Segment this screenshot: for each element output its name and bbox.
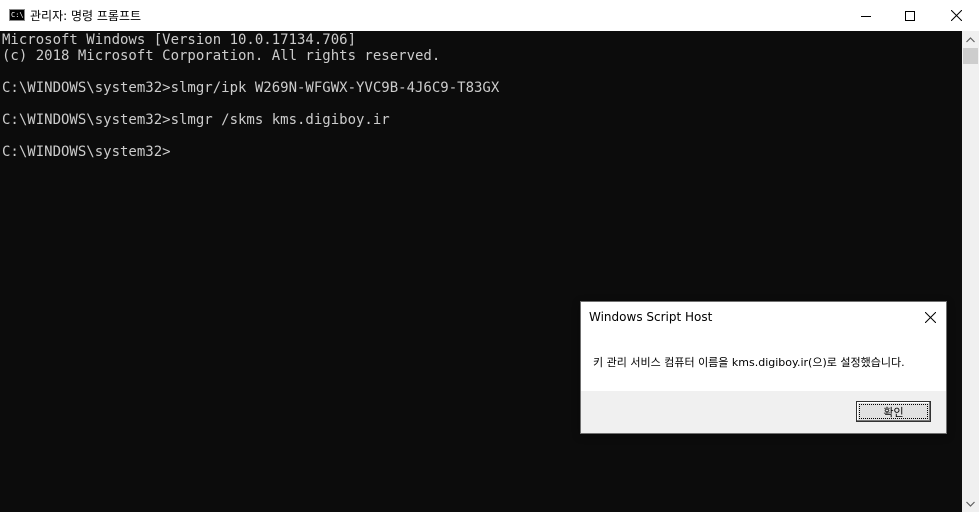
cmd-app-icon: C:\	[9, 9, 25, 21]
minimize-icon	[861, 15, 871, 17]
scroll-down-button[interactable]	[962, 495, 979, 512]
maximize-icon	[905, 10, 915, 21]
dialog-message: 키 관리 서비스 컴퓨터 이름을 kms.digiboy.ir(으)로 설정했습…	[593, 356, 905, 369]
close-button[interactable]	[933, 0, 979, 31]
ok-button[interactable]: 확인	[856, 401, 931, 422]
console-prompt: C:\WINDOWS\system32>	[2, 144, 171, 160]
minimize-button[interactable]	[843, 0, 889, 31]
console-line: C:\WINDOWS\system32>slmgr/ipk W269N-WFGW…	[2, 80, 500, 96]
console-line: C:\WINDOWS\system32>slmgr /skms kms.digi…	[2, 112, 390, 128]
console-line: (c) 2018 Microsoft Corporation. All righ…	[2, 48, 441, 64]
window-title: 관리자: 명령 프롬프트	[30, 9, 142, 23]
close-icon	[950, 10, 962, 21]
chevron-down-icon	[966, 501, 975, 507]
close-icon	[924, 311, 936, 323]
dialog-title: Windows Script Host	[589, 310, 713, 324]
scroll-up-button[interactable]	[962, 31, 979, 48]
scroll-thumb[interactable]	[963, 48, 978, 64]
console-output[interactable]: Microsoft Windows [Version 10.0.17134.70…	[0, 31, 962, 512]
console-line: Microsoft Windows [Version 10.0.17134.70…	[2, 32, 357, 48]
title-bar[interactable]: C:\ 관리자: 명령 프롬프트	[0, 0, 979, 31]
app-icon-label: C:\	[11, 11, 24, 19]
message-dialog: Windows Script Host 키 관리 서비스 컴퓨터 이름을 kms…	[580, 301, 947, 434]
dialog-close-button[interactable]	[918, 305, 942, 329]
vertical-scrollbar[interactable]	[962, 31, 979, 512]
cmd-window: C:\ 관리자: 명령 프롬프트 Microsoft Windows [Vers…	[0, 0, 979, 512]
dialog-footer: 확인	[581, 391, 946, 433]
chevron-up-icon	[966, 36, 975, 42]
maximize-button[interactable]	[887, 0, 933, 31]
